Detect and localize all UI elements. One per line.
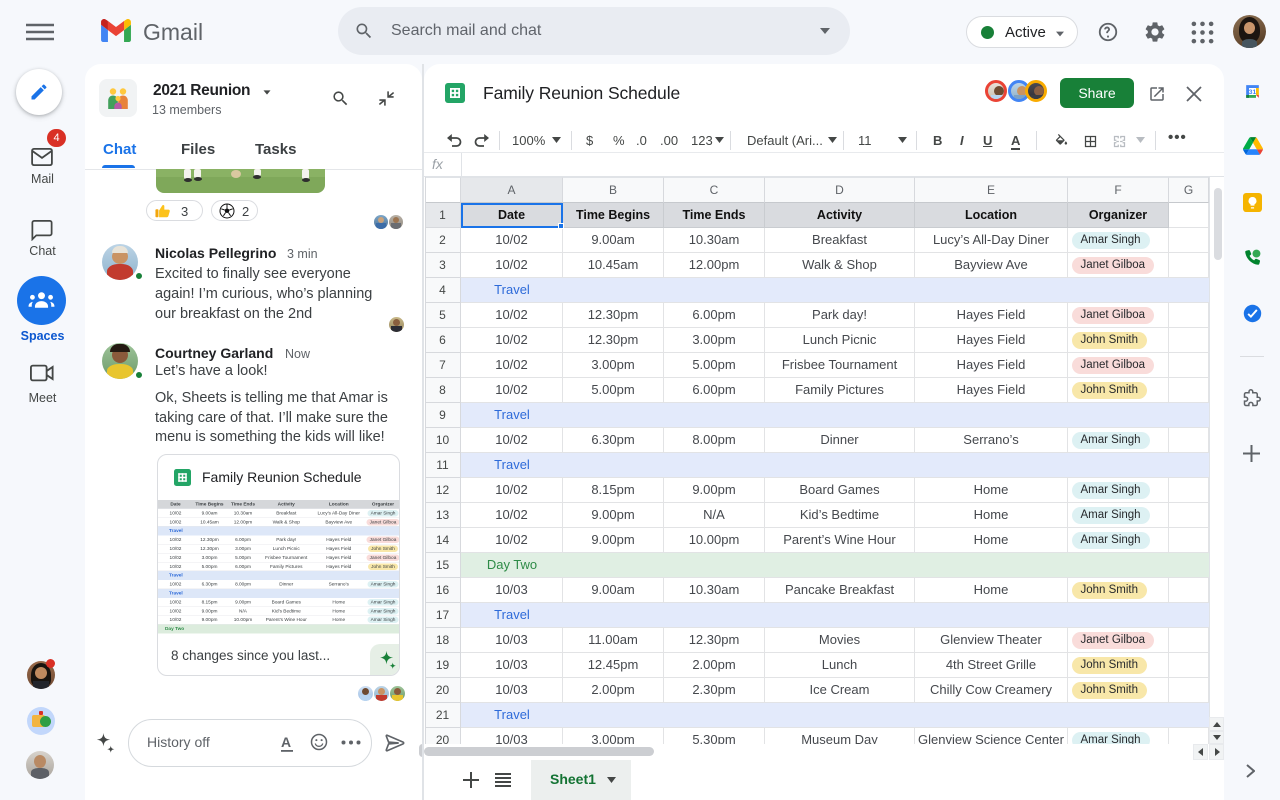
svg-text:31: 31 bbox=[1249, 89, 1257, 96]
svg-text:A: A bbox=[281, 734, 291, 750]
